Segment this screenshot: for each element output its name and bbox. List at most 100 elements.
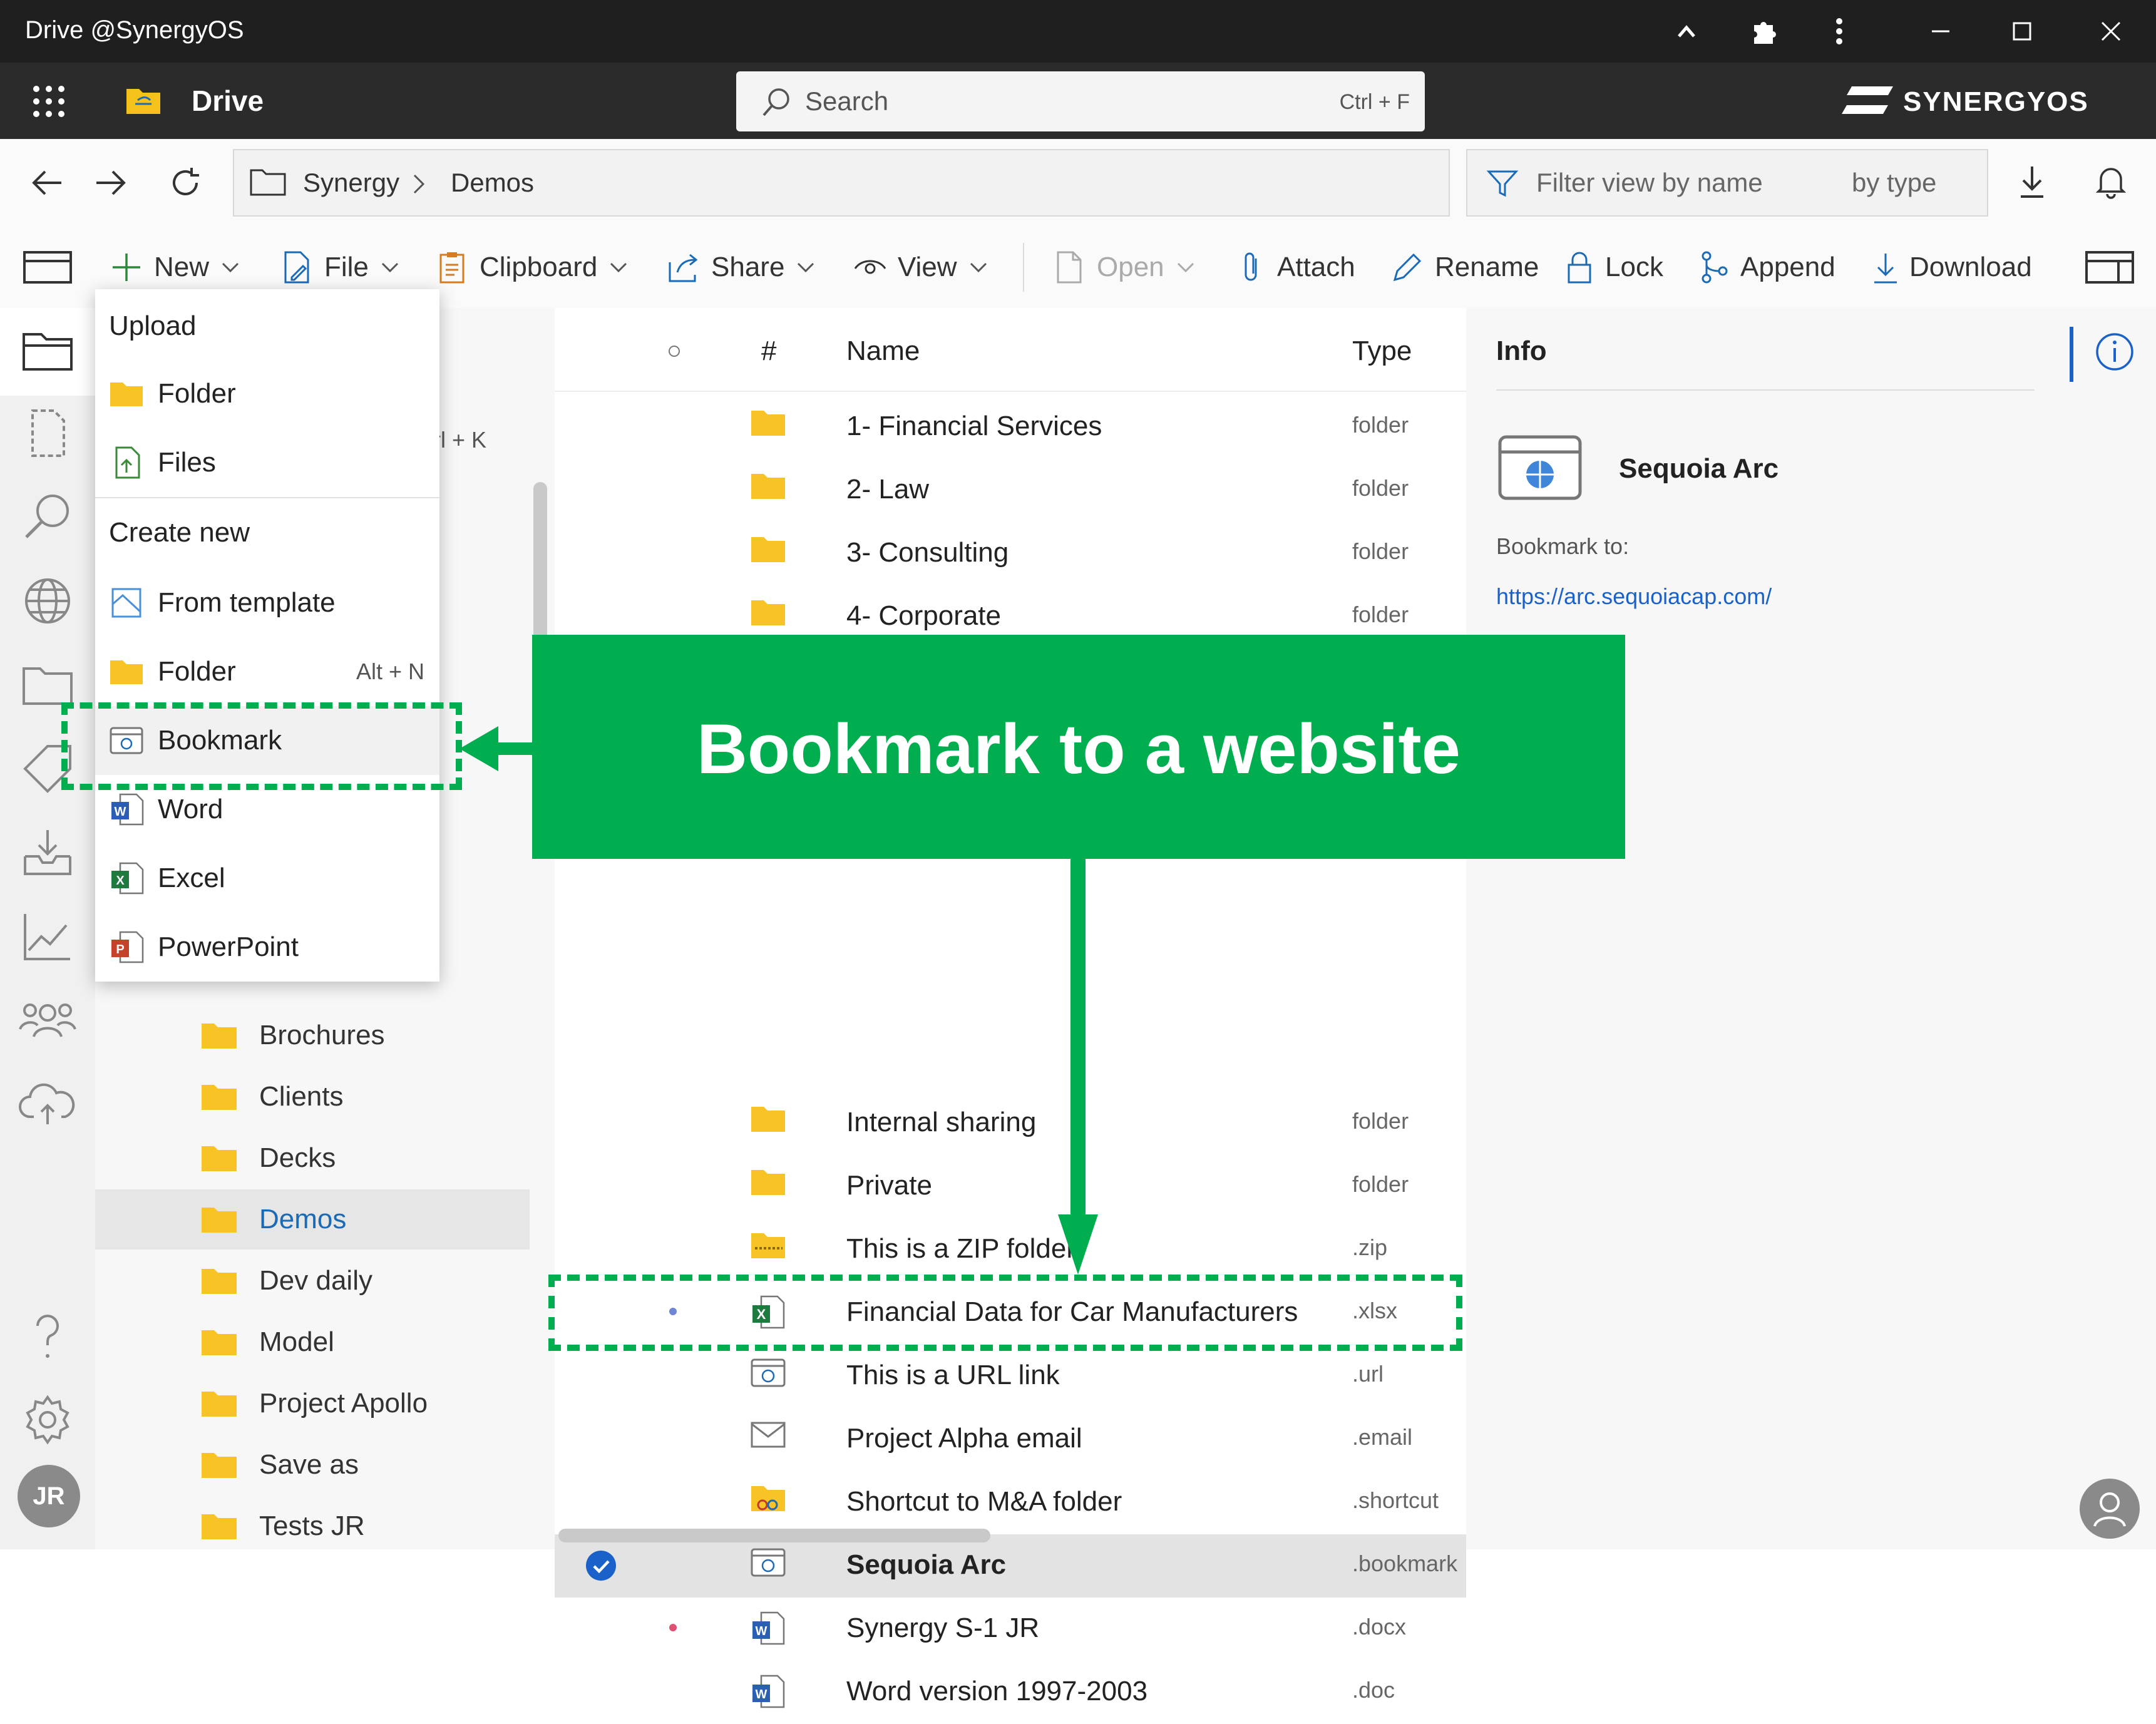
menu-item-powerpoint[interactable]: P PowerPoint [95,913,439,982]
horizontal-scrollbar[interactable] [558,1529,990,1542]
menu-item-label: Folder [158,656,236,687]
row-name: Internal sharing [846,1107,1037,1137]
lock-icon [1568,252,1591,284]
account-button[interactable] [2080,1479,2140,1539]
rail-search-icon[interactable] [16,486,79,548]
rail-settings-gear-icon[interactable] [16,1388,79,1451]
tree-item-demos[interactable]: Demos [95,1189,530,1249]
tree-item-model[interactable]: Model [95,1312,530,1372]
share-menu-button[interactable]: Share [666,227,817,308]
table-row[interactable]: 1- Financial Services folder [555,396,1466,459]
close-icon[interactable] [2091,11,2131,51]
back-arrow-icon[interactable] [28,163,68,203]
table-row[interactable]: This is a ZIP folder .zip [555,1218,1466,1281]
sidebar-panel-icon [23,251,72,284]
more-options-icon[interactable] [1819,11,1859,51]
extensions-puzzle-icon[interactable] [1743,11,1783,51]
open-menu-button[interactable]: Open [1052,227,1197,308]
column-header-type[interactable]: Type [1352,336,1412,367]
rail-inbox-icon[interactable] [16,821,79,884]
folder-icon [202,1514,237,1539]
folder-icon [751,411,785,436]
select-all-radio[interactable] [669,346,680,357]
notifications-bell-icon[interactable] [2091,162,2131,202]
table-row[interactable]: Internal sharing folder [555,1092,1466,1155]
menu-item-excel[interactable]: X Excel [95,844,439,913]
maximize-icon[interactable] [2002,11,2042,51]
view-menu-button[interactable]: View [853,227,990,308]
rail-drive-folder-icon[interactable] [16,319,79,382]
menu-item-label: Folder [158,378,236,409]
filter-input[interactable]: Filter view by name [1466,149,1837,217]
rail-documents-icon[interactable] [16,402,79,464]
chevron-down-icon [610,262,627,273]
tree-item-project-apollo[interactable]: Project Apollo [95,1373,530,1434]
tree-item-clients[interactable]: Clients [95,1067,530,1127]
table-row[interactable]: W Synergy S-1 JR .docx [555,1598,1466,1661]
app-launcher-icon[interactable] [30,83,68,120]
table-row-selected[interactable]: Sequoia Arc .bookmark [555,1534,1466,1598]
rail-analytics-icon[interactable] [16,905,79,968]
info-circle-icon[interactable] [2093,331,2136,373]
tree-item-label: Model [259,1326,334,1357]
rename-button[interactable]: Rename [1390,227,1539,308]
lock-button[interactable]: Lock [1564,227,1663,308]
table-row[interactable]: 3- Consulting folder [555,522,1466,585]
info-panel: Info Sequoia Arc Bookmark to: https://ar… [1466,308,2156,1549]
menu-item-new-folder[interactable]: Folder Alt + N [95,637,439,706]
forward-arrow-icon[interactable] [90,163,130,203]
append-button[interactable]: Append [1699,227,1835,308]
rail-help-icon[interactable] [16,1306,79,1368]
tree-item-brochures[interactable]: Brochures [95,1005,530,1065]
tree-item-save-as[interactable]: Save as [95,1435,530,1495]
table-row[interactable]: Project Alpha email .email [555,1408,1466,1471]
search-input[interactable]: Search Ctrl + F [736,71,1425,131]
download-button[interactable]: Download [1872,227,2032,308]
rail-people-icon[interactable] [16,989,79,1052]
rail-globe-icon[interactable] [16,570,79,632]
bookmark-url-link[interactable]: https://arc.sequoiacap.com/ [1496,583,1772,610]
filter-type-label: by type [1852,168,1937,197]
toggle-sidebar-button[interactable] [23,227,83,308]
tree-item-label: Decks [259,1142,336,1173]
tree-item-decks[interactable]: Decks [95,1128,530,1188]
menu-item-from-template[interactable]: From template [95,568,439,637]
breadcrumb-item-demos[interactable]: Demos [451,168,534,198]
menu-separator [95,497,439,498]
word-file-icon: W [752,1611,785,1645]
menu-item-label: Files [158,447,216,478]
folder-icon [202,1269,237,1294]
column-header-hash[interactable]: # [761,336,776,367]
collapse-icon[interactable] [1666,11,1707,51]
tree-item-tests-jr[interactable]: Tests JR [95,1496,530,1556]
chevron-right-icon [409,172,428,197]
menu-item-upload-folder[interactable]: Folder [95,359,439,428]
download-arrow-icon[interactable] [2012,162,2052,202]
breadcrumb-item-synergy[interactable]: Synergy [303,168,399,198]
minimize-icon[interactable] [1921,11,1961,51]
rail-cloud-sync-icon[interactable] [16,1073,79,1136]
clipboard-menu-button[interactable]: Clipboard [434,227,630,308]
toggle-info-panel-button[interactable] [2085,227,2145,308]
breadcrumb: Synergy Demos [233,149,1450,217]
search-shortcut: Ctrl + F [1339,90,1410,114]
table-row[interactable]: This is a URL link .url [555,1345,1466,1408]
row-name: Private [846,1170,932,1201]
table-row[interactable]: 2- Law folder [555,459,1466,522]
attach-button[interactable]: Attach [1237,227,1355,308]
table-row[interactable]: Shortcut to M&A folder .shortcut [555,1471,1466,1534]
annotation-highlight-bookmark-row [548,1275,1462,1351]
tree-item-dev-daily[interactable]: Dev daily [95,1251,530,1311]
pencil-icon [1393,253,1422,282]
refresh-icon[interactable] [165,163,205,203]
table-row[interactable]: W Word version 1997-2003 .doc [555,1661,1466,1724]
user-avatar[interactable]: JR [18,1465,80,1527]
folder-icon [751,1170,785,1195]
filter-by-type-select[interactable]: by type [1834,149,1988,217]
annotation-callout: Bookmark to a website [532,635,1625,859]
column-header-name[interactable]: Name [846,336,920,367]
menu-header-create-new: Create new [109,517,250,548]
menu-item-upload-files[interactable]: Files [95,428,439,497]
table-row[interactable]: Private folder [555,1155,1466,1218]
folder-icon [751,600,785,625]
